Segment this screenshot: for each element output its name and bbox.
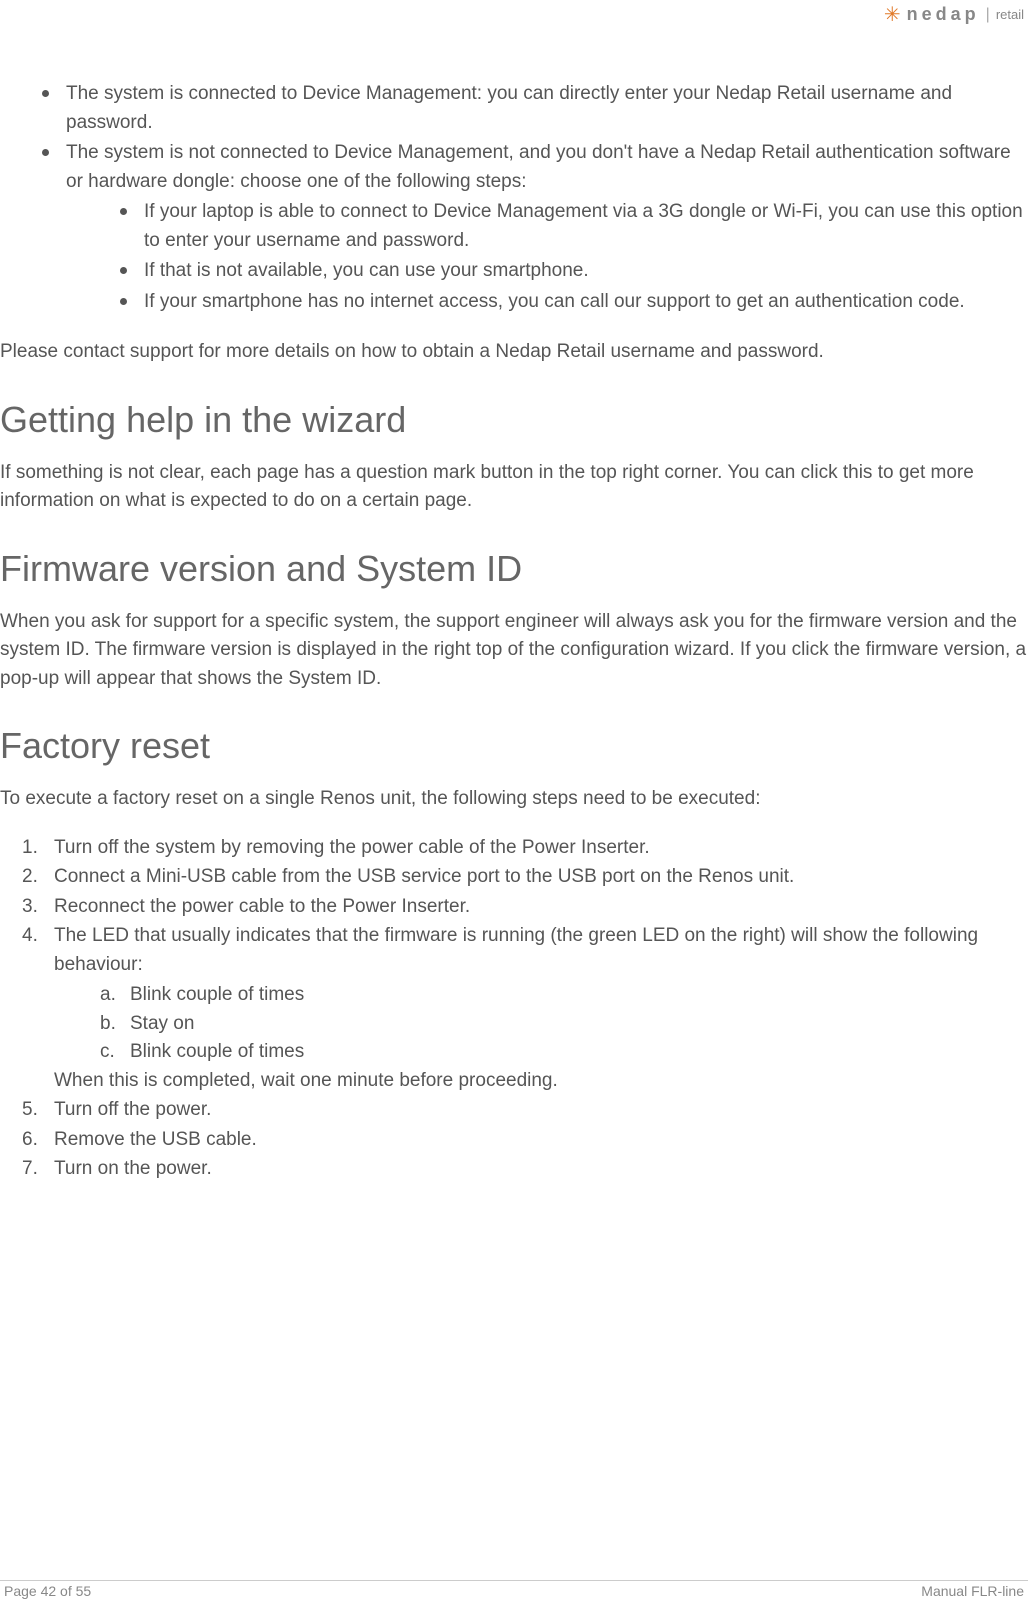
list-item: Connect a Mini-USB cable from the USB se… [22,863,1028,892]
page-number: Page 42 of 55 [4,1583,91,1599]
list-item: Blink couple of times [100,1038,1028,1067]
step4-after: When this is completed, wait one minute … [54,1067,1028,1096]
list-item: Turn off the system by removing the powe… [22,834,1028,863]
heading-getting-help: Getting help in the wizard [0,399,1028,441]
header-logo: ✳ nedap | retail [884,4,1024,25]
page-footer: Page 42 of 55 Manual FLR-line [0,1580,1028,1599]
step-text: The LED that usually indicates that the … [54,925,978,975]
list-item: The LED that usually indicates that the … [22,922,1028,1095]
heading-factory-reset: Factory reset [0,725,1028,767]
list-item: The system is connected to Device Manage… [36,80,1028,137]
list-item: If that is not available, you can use yo… [114,257,1028,286]
led-behaviour: Blink couple of times Stay on Blink coup… [100,981,1028,1067]
list-item: Blink couple of times [100,981,1028,1010]
star-icon: ✳ [884,5,901,25]
list-item: Reconnect the power cable to the Power I… [22,893,1028,922]
list-item: The system is not connected to Device Ma… [36,139,1028,316]
body-getting-help: If something is not clear, each page has… [0,459,1028,516]
contact-text: Please contact support for more details … [0,338,1028,367]
page-content: The system is connected to Device Manage… [0,0,1028,1184]
list-item: If your laptop is able to connect to Dev… [114,198,1028,255]
logo-suffix: retail [996,7,1024,22]
intro-factory-reset: To execute a factory reset on a single R… [0,785,1028,814]
logo-divider: | [986,6,990,24]
heading-firmware: Firmware version and System ID [0,548,1028,590]
document-title: Manual FLR-line [921,1583,1024,1599]
logo-brand: nedap [907,4,980,25]
list-item: If your smartphone has no internet acces… [114,288,1028,317]
list-item: Turn on the power. [22,1155,1028,1184]
list-item: Remove the USB cable. [22,1126,1028,1155]
list-item: Stay on [100,1010,1028,1039]
body-firmware: When you ask for support for a specific … [0,608,1028,694]
intro-bullets: The system is connected to Device Manage… [36,80,1028,316]
list-item-text: The system is not connected to Device Ma… [66,142,1011,192]
intro-sub-bullets: If your laptop is able to connect to Dev… [114,198,1028,316]
list-item: Turn off the power. [22,1096,1028,1125]
factory-steps: Turn off the system by removing the powe… [22,834,1028,1184]
